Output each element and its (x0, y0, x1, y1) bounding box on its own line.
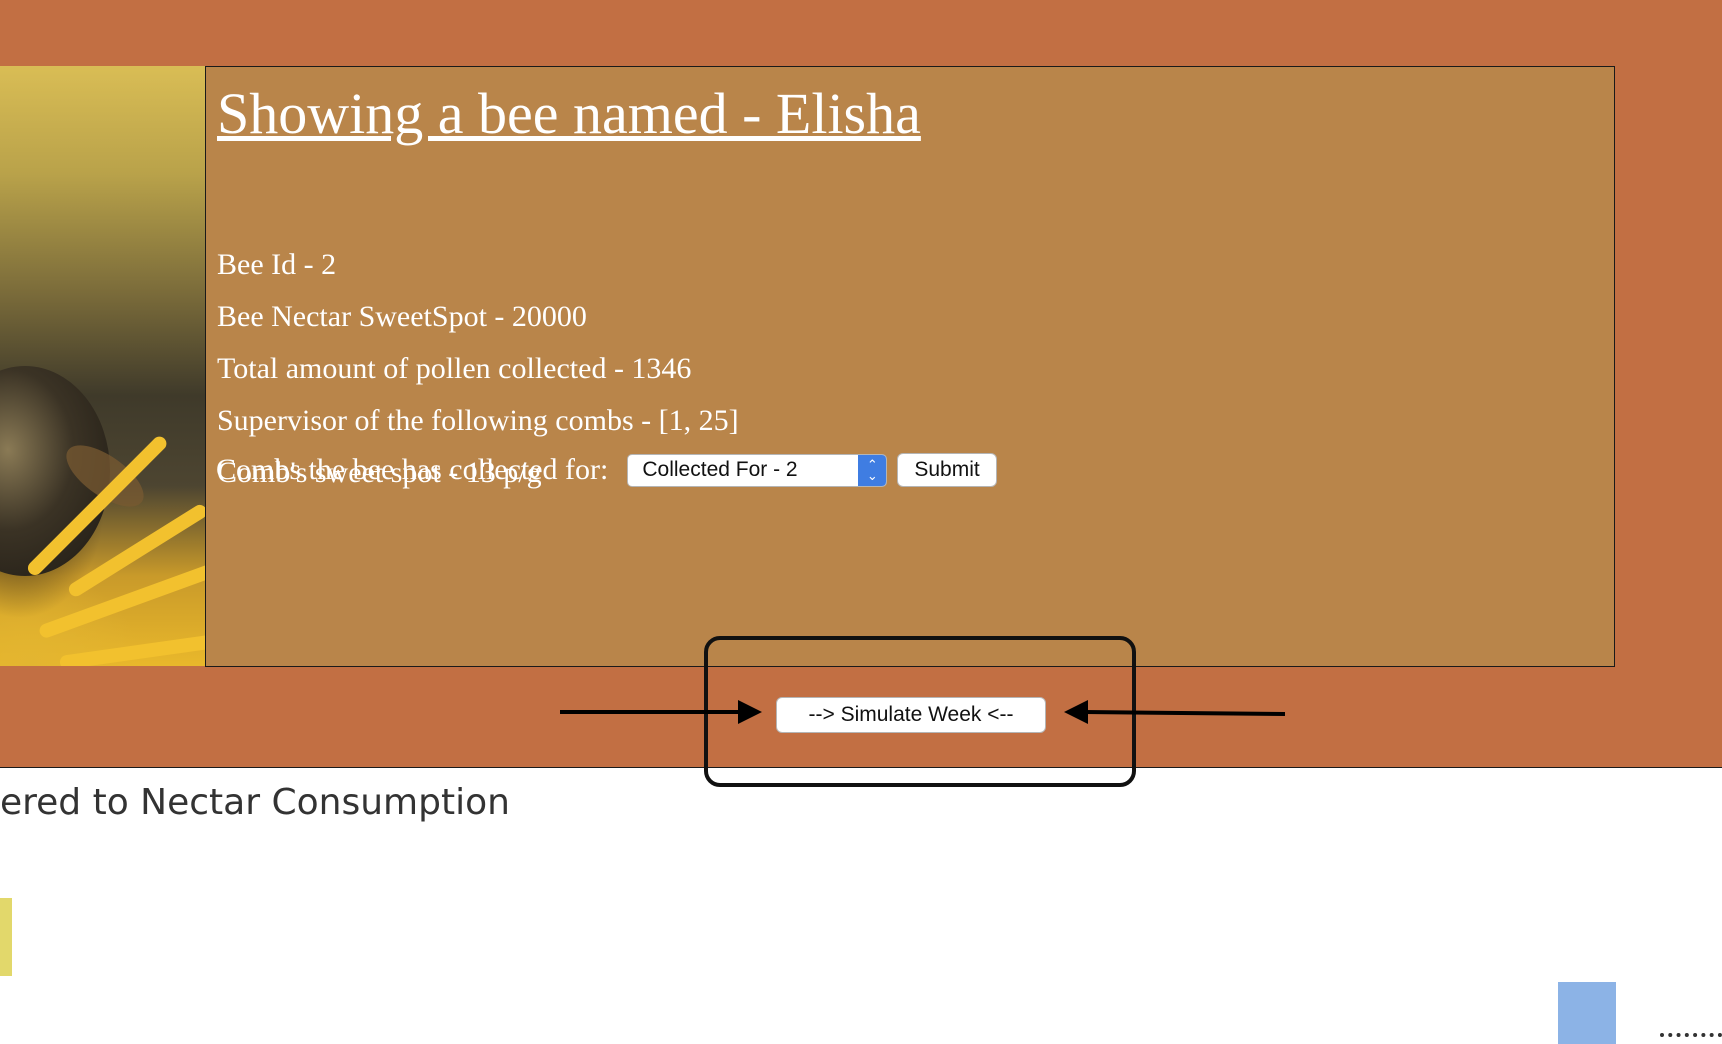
supervisor-combs-text: Supervisor of the following combs - [1, … (217, 404, 739, 437)
highlight-box (704, 636, 1136, 787)
submit-button[interactable]: Submit (897, 453, 997, 487)
bee-info-panel: Showing a bee named - Elisha Bee Id - 2 … (205, 66, 1615, 667)
combs-form: Combs the bee has collected for: Collect… (216, 452, 997, 488)
chart-subtitle: ered to Nectar Consumption (0, 782, 510, 823)
bee-sweetspot-text: Bee Nectar SweetSpot - 20000 (217, 300, 587, 333)
pollen-collected-text: Total amount of pollen collected - 1346 (217, 352, 692, 385)
flower-petal (37, 558, 206, 640)
flower-petal (59, 631, 206, 666)
chart-dotted-line (1660, 1033, 1722, 1041)
select-chevron-icon: ⌃ ⌄ (858, 454, 887, 486)
combs-select-value: Collected For - 2 (642, 458, 798, 481)
chart-bar-yellow (0, 898, 12, 976)
bee-photo (0, 66, 206, 666)
combs-label: Combs the bee has collected for: (216, 453, 609, 486)
combs-select[interactable]: Collected For - 2 ⌃ ⌄ (627, 453, 888, 487)
bee-id-text: Bee Id - 2 (217, 248, 337, 281)
page-title: Showing a bee named - Elisha (217, 81, 921, 146)
chart-bar-blue (1558, 982, 1616, 1044)
